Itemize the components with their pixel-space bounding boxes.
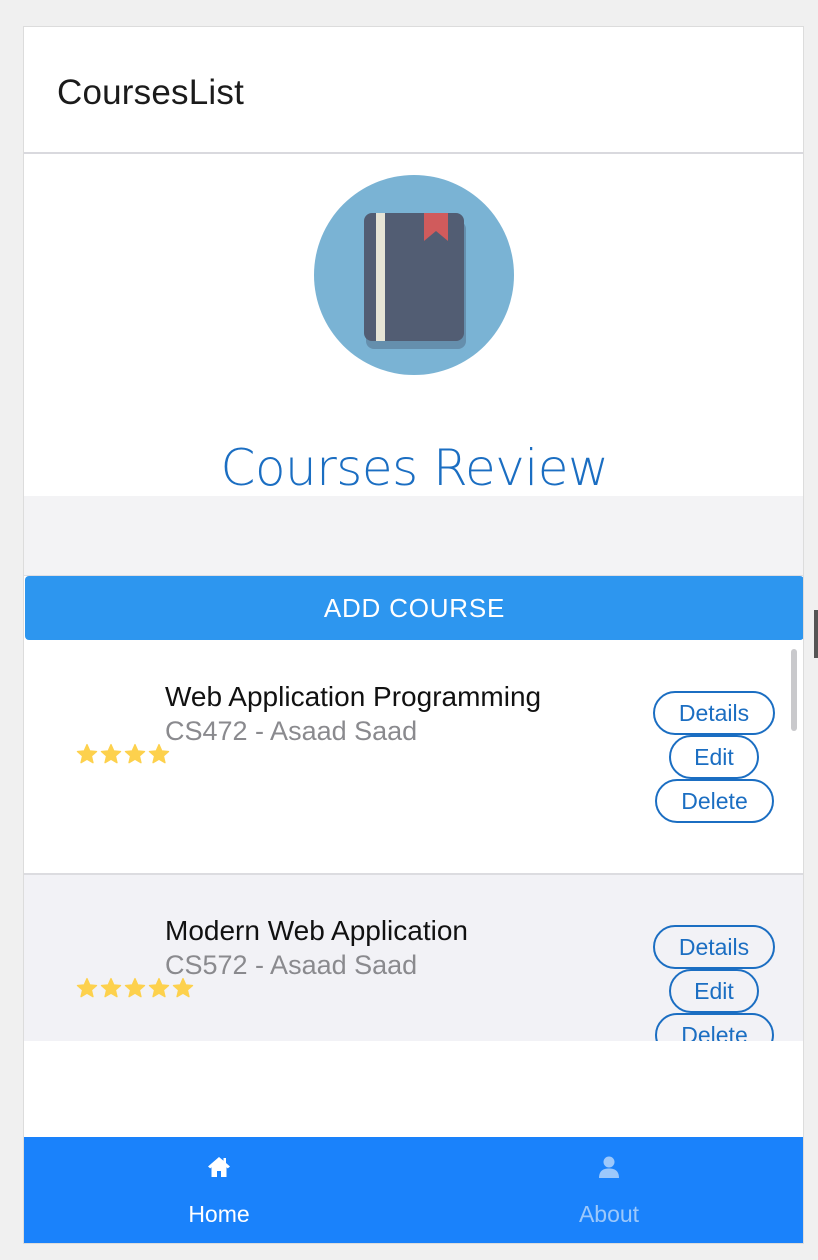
course-row: Web Application Programming CS472 - Asaa… bbox=[24, 641, 803, 875]
tab-label: Home bbox=[188, 1201, 250, 1227]
rating-stars bbox=[76, 743, 170, 765]
course-list[interactable]: Web Application Programming CS472 - Asaa… bbox=[24, 641, 803, 1041]
tab-home[interactable]: Home bbox=[24, 1137, 414, 1243]
details-button[interactable]: Details bbox=[653, 925, 775, 969]
tab-bar: Home About bbox=[24, 1137, 803, 1243]
star-icon bbox=[124, 977, 146, 998]
home-icon bbox=[208, 1157, 230, 1177]
list-scrollbar[interactable] bbox=[791, 649, 797, 731]
course-code-instructor: CS472 - Asaad Saad bbox=[165, 716, 418, 746]
hero-title: Courses Review bbox=[220, 439, 609, 497]
course-name: Modern Web Application bbox=[165, 915, 468, 946]
star-icon bbox=[100, 977, 122, 998]
star-icon bbox=[76, 977, 98, 998]
tab-about[interactable]: About bbox=[414, 1137, 803, 1243]
tab-label: About bbox=[578, 1201, 640, 1227]
star-icon bbox=[124, 743, 146, 764]
details-button[interactable]: Details bbox=[653, 691, 775, 735]
star-icon bbox=[148, 977, 170, 998]
add-course-button[interactable]: ADD COURSE bbox=[25, 576, 803, 640]
page-title: CoursesList bbox=[57, 73, 244, 112]
logo bbox=[314, 175, 514, 375]
app-screen: CoursesList Courses Review ADD COURSE We… bbox=[23, 26, 804, 1244]
edit-button[interactable]: Edit bbox=[669, 735, 759, 779]
star-icon bbox=[172, 977, 194, 998]
course-name: Web Application Programming bbox=[165, 681, 542, 712]
nav-header: CoursesList bbox=[24, 27, 803, 154]
person-icon bbox=[599, 1156, 619, 1178]
window-edge-handle bbox=[814, 610, 818, 658]
course-row: Modern Web Application CS572 - Asaad Saa… bbox=[24, 875, 803, 1041]
delete-button[interactable]: Delete bbox=[655, 1013, 774, 1041]
book-icon bbox=[364, 213, 466, 349]
star-icon bbox=[76, 743, 98, 764]
edit-button[interactable]: Edit bbox=[669, 969, 759, 1013]
delete-button[interactable]: Delete bbox=[655, 779, 774, 823]
course-code-instructor: CS572 - Asaad Saad bbox=[165, 950, 418, 980]
rating-stars bbox=[76, 977, 194, 999]
hero-section: Courses Review bbox=[24, 155, 803, 497]
star-icon bbox=[148, 743, 170, 764]
spacer-band bbox=[24, 496, 803, 576]
star-icon bbox=[100, 743, 122, 764]
